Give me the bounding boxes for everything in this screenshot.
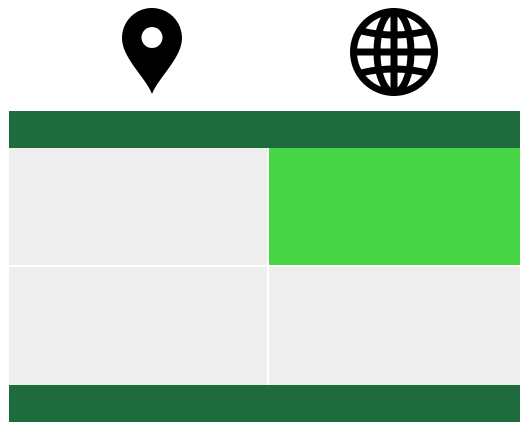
footer-bar [9, 385, 520, 422]
grid-cell-r1-c1[interactable] [9, 148, 267, 265]
app-canvas [0, 0, 520, 422]
globe-icon[interactable] [348, 7, 440, 97]
grid-cell-r1-c2-selected[interactable] [269, 148, 520, 265]
grid-cell-r2-c1[interactable] [9, 267, 267, 385]
header-bar [9, 111, 520, 148]
tile-grid [9, 148, 520, 385]
map-pin-icon[interactable] [120, 6, 184, 96]
grid-cell-r2-c2[interactable] [269, 267, 520, 385]
